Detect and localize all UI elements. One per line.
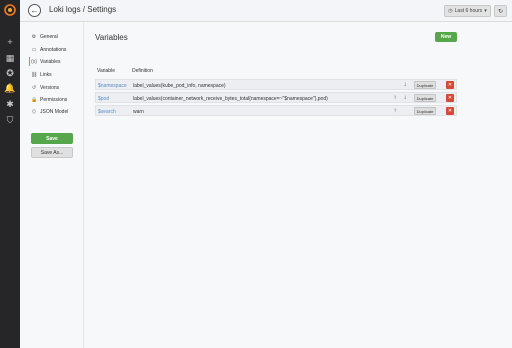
duplicate-button[interactable]: Duplicate	[414, 81, 436, 89]
comment-icon: ▭	[31, 47, 37, 53]
save-button[interactable]: Save	[31, 133, 73, 144]
duplicate-button[interactable]: Duplicate	[414, 107, 436, 115]
move-up-icon[interactable]: ↑	[391, 107, 399, 115]
move-down-icon[interactable]: ↓	[401, 81, 409, 89]
settings-nav-label: Variables	[40, 59, 61, 65]
plus-icon[interactable]: +	[4, 36, 16, 48]
refresh-icon: ↻	[497, 8, 504, 15]
breadcrumb: Loki logs / Settings	[49, 5, 117, 14]
grafana-logo-icon[interactable]	[4, 4, 16, 16]
variables-panel: Variables New Variable Definition $names…	[84, 22, 512, 348]
settings-nav-annotations[interactable]: ▭ Annotations	[31, 46, 67, 54]
settings-nav: ⚙ General ▭ Annotations (x) Variables ⛓ …	[20, 22, 84, 348]
sliders-icon: ⚙	[31, 34, 37, 40]
variable-definition: warn	[133, 109, 144, 115]
move-up-icon[interactable]: ↑	[391, 94, 399, 102]
side-menu: + ▦ ✪ 🔔 ✱ ⛉	[0, 0, 20, 348]
settings-nav-json-model[interactable]: ⟨⟩ JSON Model	[31, 108, 68, 116]
page-title: Variables	[95, 33, 128, 42]
back-button[interactable]: ←	[28, 4, 41, 17]
column-header-definition: Definition	[132, 68, 153, 74]
code-icon: ⟨⟩	[32, 109, 36, 115]
top-navbar: ← Loki logs / Settings ◷ Last 6 hours ▾ …	[20, 0, 512, 22]
settings-nav-links[interactable]: ⛓ Links	[31, 71, 52, 79]
settings-nav-label: Permissions	[40, 97, 68, 103]
settings-nav-permissions[interactable]: 🔒 Permissions	[31, 96, 67, 104]
variable-name-link[interactable]: $pod	[98, 96, 109, 102]
time-picker-button[interactable]: ◷ Last 6 hours ▾	[444, 5, 491, 17]
settings-nav-label: Links	[40, 72, 52, 78]
column-header-variable: Variable	[97, 68, 115, 74]
table-row: $search warn ↑ Duplicate ✕	[95, 105, 457, 116]
settings-nav-variables[interactable]: (x) Variables	[28, 57, 61, 66]
settings-nav-label: Annotations	[40, 47, 67, 53]
shield-icon[interactable]: ⛉	[4, 114, 16, 126]
configuration-icon[interactable]: ✱	[4, 98, 16, 110]
table-row: $namespace label_values(kube_pod_info, n…	[95, 79, 457, 90]
variable-definition: label_values(kube_pod_info, namespace)	[133, 83, 226, 89]
dashboards-icon[interactable]: ▦	[4, 52, 16, 64]
variable-name-link[interactable]: $namespace	[98, 83, 127, 89]
lock-icon: 🔒	[31, 97, 38, 103]
move-down-icon[interactable]: ↓	[401, 94, 409, 102]
arrow-left-icon: ←	[30, 6, 39, 15]
settings-nav-general[interactable]: ⚙ General	[31, 33, 58, 41]
duplicate-button[interactable]: Duplicate	[414, 94, 436, 102]
table-row: $pod label_values(container_network_rece…	[95, 92, 457, 103]
delete-button[interactable]: ✕	[446, 107, 454, 115]
new-variable-button[interactable]: New	[435, 32, 457, 42]
refresh-button[interactable]: ↻	[494, 5, 507, 17]
settings-nav-versions[interactable]: ↺ Versions	[31, 84, 59, 92]
settings-nav-label: Versions	[40, 85, 60, 91]
delete-button[interactable]: ✕	[446, 81, 454, 89]
variable-definition: label_values(container_network_receive_b…	[133, 96, 328, 102]
settings-nav-label: General	[40, 34, 58, 40]
chevron-down-icon: ▾	[484, 8, 487, 14]
settings-nav-label: JSON Model	[40, 109, 69, 115]
delete-button[interactable]: ✕	[446, 94, 454, 102]
variable-icon: (x)	[31, 59, 37, 65]
alerting-icon[interactable]: 🔔	[4, 82, 16, 94]
time-picker-label: Last 6 hours	[454, 8, 483, 14]
link-icon: ⛓	[31, 72, 38, 78]
clock-icon: ◷	[448, 8, 453, 14]
save-as-button[interactable]: Save As...	[31, 147, 73, 158]
history-icon: ↺	[31, 85, 37, 91]
explore-icon[interactable]: ✪	[4, 67, 16, 79]
variable-name-link[interactable]: $search	[98, 109, 116, 115]
